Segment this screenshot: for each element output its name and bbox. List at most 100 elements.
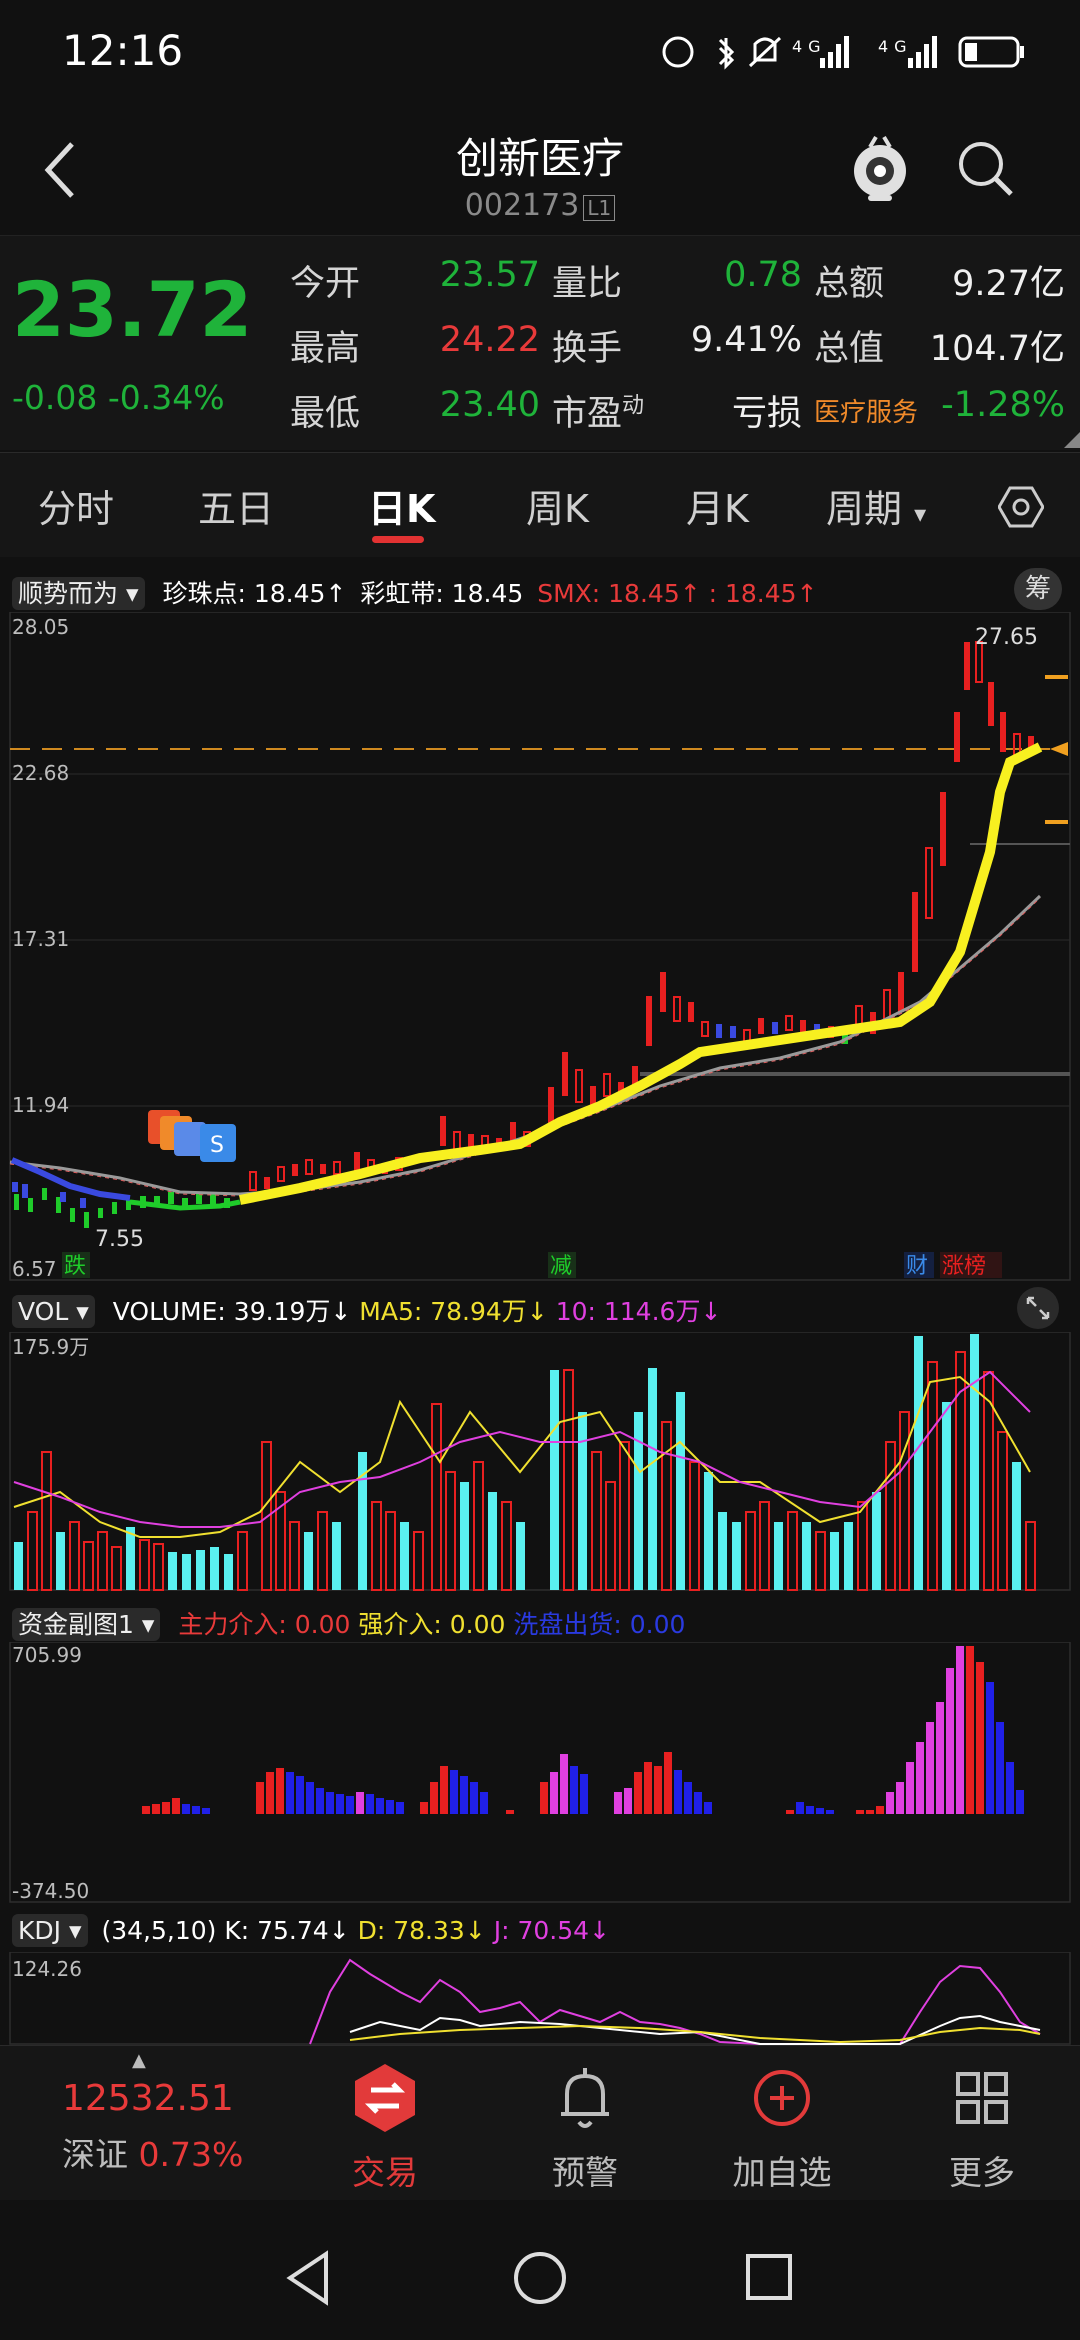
price-axis-label: 11.94 [12,1093,69,1117]
vol-bar [787,1511,798,1591]
nav-trade[interactable]: 交易 [305,2060,465,2194]
tab-intraday[interactable]: 分时 [38,478,114,533]
fund-axis-max: 705.99 [12,1643,82,1667]
tab-five-day[interactable]: 五日 [198,478,274,533]
dropdown-caret-icon: ▾ [914,500,927,528]
index-value[interactable]: 12532.51 [62,2078,234,2119]
candle [22,1184,28,1198]
signal-flags: S [148,1110,236,1162]
vol-bar [955,1351,966,1591]
nav-add-watchlist[interactable]: 加自选 [702,2060,862,2194]
label-sector[interactable]: 医疗服务 [814,392,918,429]
value-high: 24.22 [439,320,540,360]
value-volume-ratio: 0.78 [724,255,802,295]
nav-alert[interactable]: 预警 [505,2060,665,2194]
kdj-d-value: D: 78.33↓ [357,1916,486,1945]
label-turnover-rate: 换手 [552,329,623,369]
chip-distribution-button[interactable]: 筹 [1014,568,1062,610]
candle [42,1188,47,1200]
candle [925,847,933,919]
candle [603,1073,611,1097]
vol-bar [97,1531,108,1591]
volume-indicator-selector[interactable]: VOL ▾ [12,1295,95,1328]
candle [646,996,652,1046]
label-turnover-amount: 总额 [814,264,885,304]
fund-indicator-selector[interactable]: 资金副图1 ▾ [12,1608,161,1641]
vol-bar [332,1522,341,1590]
volume-ma5: MA5: 78.94万↓ [359,1297,548,1326]
candle [80,1198,86,1208]
volume-bars [14,1334,1036,1591]
price-axis-label: 6.57 [12,1257,57,1281]
vol-bar [1012,1462,1021,1590]
kdj-chart[interactable]: 124.26 [0,1952,1080,2045]
vol-bar [317,1511,328,1591]
vol-bar [488,1492,497,1590]
fund-strong-entry: 强介入: 0.00 [358,1610,506,1639]
value-turnover-amount: 9.27亿 [952,264,1065,304]
tab-period-dropdown[interactable]: 周期 ▾ [826,478,926,533]
nav-more[interactable]: 更多 [902,2060,1062,2194]
sell-signal-label: S [210,1133,224,1158]
candle [60,1192,66,1202]
fund-wash-out: 洗盘出货: 0.00 [513,1610,686,1639]
tab-weekly-k[interactable]: 周K [526,478,589,533]
vol-bar [210,1547,219,1590]
bluetooth-icon [718,38,735,70]
vol-bar [718,1512,727,1590]
vol-bar [550,1370,559,1590]
vol-bar [460,1482,469,1590]
kdj-indicator-selector[interactable]: KDJ ▾ [12,1914,88,1947]
fund-chart[interactable]: 705.99 -374.50 [0,1642,1080,1904]
vol-bar [196,1550,205,1590]
index-summary[interactable]: 深证 0.73% [62,2128,243,2176]
vol-bar [516,1522,525,1590]
nav-recents-icon[interactable] [744,2252,794,2302]
tab-daily-k[interactable]: 日K [368,478,435,533]
fund-main-entry: 主力介入: 0.00 [178,1610,351,1639]
vol-bar [578,1412,587,1590]
kline-chart[interactable]: 28.05 22.68 17.31 11.94 6.57 27.65 7.55 … [0,612,1080,1282]
settings-hexagon-icon[interactable] [998,484,1044,530]
candle [277,1166,285,1182]
vol-bar [899,1411,910,1591]
vol-bar [802,1522,811,1590]
vol-bar [400,1522,409,1590]
tab-monthly-k[interactable]: 月K [686,478,749,533]
vol-bar [914,1336,923,1590]
vol-bar [501,1501,512,1591]
vol-bar [445,1471,456,1591]
value-open: 23.57 [439,255,540,295]
tag-die: 跌 [64,1254,86,1279]
candle [758,1018,764,1034]
vol-bar [759,1501,770,1591]
candle [701,1021,709,1037]
bell-icon [561,2068,609,2128]
volume-ma10: 10: 114.6万↓ [555,1297,722,1326]
vol-bar [182,1554,191,1590]
candle [440,1116,446,1146]
vol-bar [413,1531,424,1591]
candle [660,972,666,1012]
nav-back-icon[interactable] [282,2248,334,2308]
nav-home-icon[interactable] [512,2250,568,2306]
main-indicator-selector[interactable]: 顺势而为 ▾ [12,577,145,610]
expand-up-icon[interactable]: ▲ [132,2050,146,2071]
mute-icon [748,36,782,68]
candle [940,792,946,866]
vol-bar [927,1361,938,1591]
vol-bar [224,1554,233,1590]
expand-corner-icon[interactable] [1064,432,1080,448]
svg-text:4G: 4G [878,37,913,56]
fullscreen-icon[interactable] [1016,1286,1060,1330]
robot-assistant-icon[interactable] [850,135,910,203]
label-high: 最高 [290,329,361,369]
search-icon[interactable] [955,138,1015,198]
candle [12,1182,18,1192]
candle [575,1069,583,1103]
candle [84,1212,89,1228]
volume-chart[interactable]: 175.9万 [0,1332,1080,1592]
stock-code: 002173 L1 [0,188,1080,223]
candle [964,642,970,690]
status-icons: 4G 4G [660,30,1030,82]
